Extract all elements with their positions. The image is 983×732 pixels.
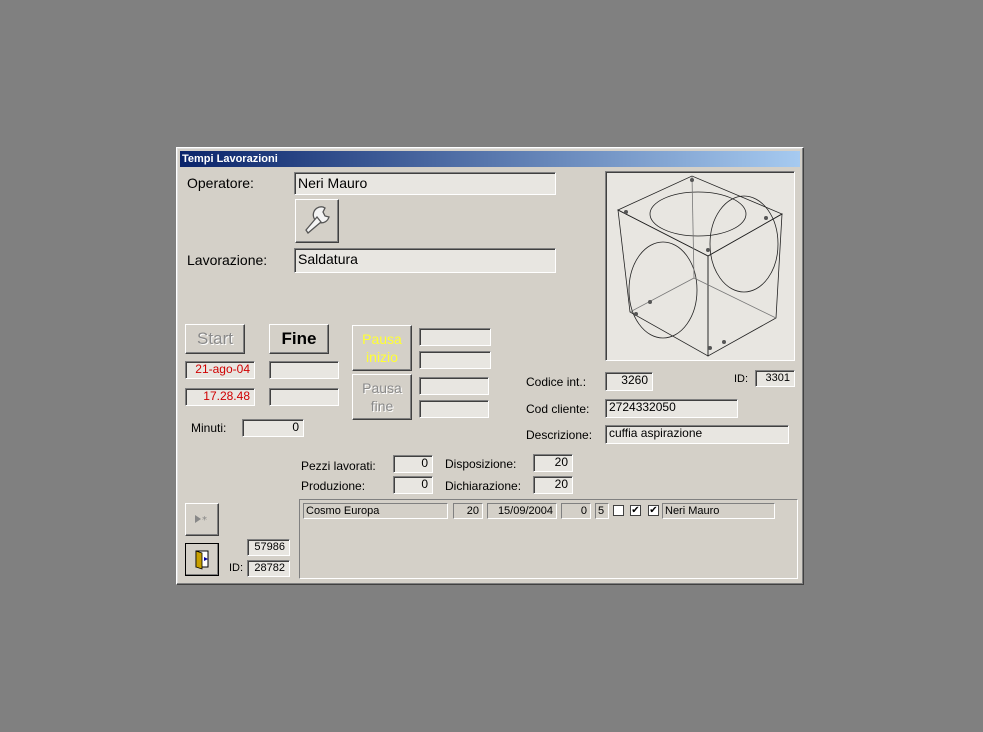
- dichiarazione-label: Dichiarazione:: [445, 479, 522, 493]
- start-time-field[interactable]: 17.28.48: [185, 388, 255, 406]
- record-operatore: Neri Mauro: [662, 503, 775, 519]
- window-title: Tempi Lavorazioni: [180, 151, 800, 167]
- operatore-label: Operatore:: [187, 175, 254, 191]
- pezzi-lavorati-field[interactable]: 0: [393, 455, 433, 473]
- record-n1: 0: [561, 503, 591, 519]
- cube-drawing: [617, 175, 783, 357]
- records-list[interactable]: Cosmo Europa 20 15/09/2004 0 5 ✔ ✔ Neri …: [299, 499, 798, 579]
- minuti-label: Minuti:: [191, 421, 227, 435]
- dichiarazione-field[interactable]: 20: [533, 476, 573, 494]
- new-record-icon: *: [195, 515, 207, 526]
- produzione-label: Produzione:: [301, 479, 366, 493]
- pausa-inizio-button[interactable]: Pausa inizio: [352, 325, 412, 371]
- disposizione-label: Disposizione:: [445, 457, 517, 471]
- lavorazione-field[interactable]: Saldatura: [294, 248, 556, 273]
- pausa-inizio-time-field[interactable]: [419, 351, 491, 369]
- record-check-1[interactable]: [613, 505, 624, 516]
- record-n2: 5: [595, 503, 609, 519]
- wrench-icon: [305, 206, 330, 234]
- record-number-field[interactable]: 57986: [247, 539, 290, 556]
- record-qty: 20: [453, 503, 483, 519]
- svg-text:*: *: [202, 515, 207, 526]
- codice-int-label: Codice int.:: [526, 375, 587, 389]
- start-date-field[interactable]: 21-ago-04: [185, 361, 255, 379]
- fine-time-field[interactable]: [269, 388, 339, 406]
- record-date: 15/09/2004: [487, 503, 557, 519]
- part-image: [605, 171, 795, 361]
- id-bottom-label: ID:: [229, 562, 244, 574]
- exit-door-icon: [195, 550, 209, 570]
- record-check-2[interactable]: ✔: [630, 505, 641, 516]
- new-record-button[interactable]: *: [185, 503, 219, 536]
- lavorazione-label: Lavorazione:: [187, 252, 268, 268]
- exit-button[interactable]: [185, 543, 219, 576]
- operatore-field[interactable]: Neri Mauro: [294, 172, 556, 195]
- record-cliente: Cosmo Europa: [303, 503, 448, 519]
- pausa-fine-button[interactable]: Pausa fine: [352, 374, 412, 420]
- descrizione-field[interactable]: cuffia aspirazione: [605, 425, 789, 444]
- tempi-lavorazioni-window: Tempi Lavorazioni Operatore: Neri Mauro …: [176, 147, 804, 585]
- pausa-inizio-date-field[interactable]: [419, 328, 491, 346]
- id-bottom-field[interactable]: 28782: [247, 560, 290, 577]
- pezzi-lavorati-label: Pezzi lavorati:: [301, 459, 376, 473]
- pausa-fine-date-field[interactable]: [419, 377, 489, 395]
- list-item[interactable]: Cosmo Europa 20 15/09/2004 0 5 ✔ ✔ Neri …: [303, 503, 793, 519]
- pausa-fine-time-field[interactable]: [419, 400, 489, 418]
- start-button[interactable]: Start: [185, 324, 245, 354]
- record-check-3[interactable]: ✔: [648, 505, 659, 516]
- codice-int-field[interactable]: 3260: [605, 372, 653, 391]
- produzione-field[interactable]: 0: [393, 476, 433, 494]
- descrizione-label: Descrizione:: [526, 428, 593, 442]
- cod-cliente-label: Cod cliente:: [526, 402, 590, 416]
- id-top-field[interactable]: 3301: [755, 370, 795, 387]
- minuti-field[interactable]: 0: [242, 419, 304, 437]
- cod-cliente-field[interactable]: 2724332050: [605, 399, 738, 418]
- id-top-label: ID:: [734, 373, 749, 385]
- tools-button[interactable]: [295, 199, 339, 243]
- disposizione-field[interactable]: 20: [533, 454, 573, 472]
- fine-date-field[interactable]: [269, 361, 339, 379]
- fine-button[interactable]: Fine: [269, 324, 329, 354]
